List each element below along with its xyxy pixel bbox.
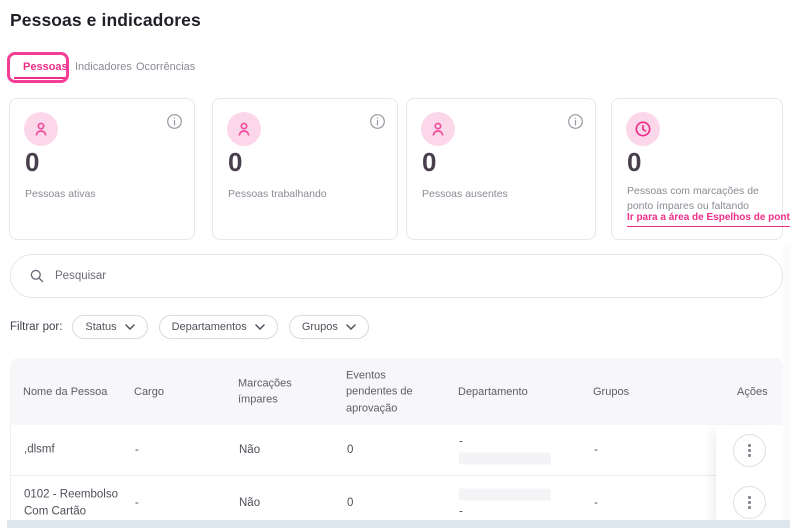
chevron-down-icon <box>125 324 135 330</box>
people-indicators-page: Pessoas e indicadores Pessoas Indicadore… <box>0 0 790 528</box>
col-departamento: Departamento <box>458 383 528 400</box>
filter-row: Filtrar por: Status Departamentos Grupos <box>10 314 380 340</box>
content-right-gutter <box>783 245 790 520</box>
cell-nome: 0102 - Reembolso Com Cartão <box>24 486 124 519</box>
redacted-department <box>459 489 551 501</box>
table-body: ,dlsmf - Não 0 - - 0102 - Reembolso Com … <box>10 425 783 528</box>
filter-label: Filtrar por: <box>10 321 62 333</box>
cell-eventos: 0 <box>347 497 353 509</box>
grupos-dropdown[interactable]: Grupos <box>289 315 369 339</box>
cell-grupos: - <box>594 444 598 456</box>
card-value: 0 <box>25 147 39 178</box>
col-acoes: Ações <box>737 383 768 400</box>
cell-nome: ,dlsmf <box>24 442 124 459</box>
person-icon <box>227 112 261 146</box>
chevron-down-icon <box>346 324 356 330</box>
click-highlight-box <box>7 52 69 83</box>
row-actions-menu-button[interactable] <box>733 434 766 467</box>
col-cargo: Cargo <box>134 383 164 400</box>
status-dropdown[interactable]: Status <box>72 315 147 339</box>
card-value: 0 <box>627 147 641 178</box>
card-label: Pessoas com marcações de ponto ímpares o… <box>627 184 770 213</box>
card-pessoas-trabalhando: 0 Pessoas trabalhando <box>212 98 398 240</box>
col-nome-da-pessoa: Nome da Pessoa <box>23 383 107 400</box>
info-icon[interactable] <box>369 113 386 130</box>
card-label: Pessoas ausentes <box>422 187 583 202</box>
card-pessoas-ativas: 0 Pessoas ativas <box>9 98 195 240</box>
card-label: Pessoas ativas <box>25 187 182 202</box>
col-grupos: Grupos <box>593 383 629 400</box>
actions-sticky-column <box>716 425 783 528</box>
table-header: Nome da Pessoa Cargo Marcações ímpares E… <box>10 358 783 425</box>
search-bar <box>10 254 783 298</box>
card-marcacoes-impares: 0 Pessoas com marcações de ponto ímpares… <box>611 98 783 240</box>
page-title: Pessoas e indicadores <box>10 10 201 31</box>
tab-indicadores[interactable]: Indicadores <box>75 61 132 73</box>
info-icon[interactable] <box>166 113 183 130</box>
chevron-down-icon <box>255 324 265 330</box>
table-row: ,dlsmf - Não 0 - - <box>11 425 782 476</box>
card-pessoas-ausentes: 0 Pessoas ausentes <box>406 98 596 240</box>
tab-ocorrencias[interactable]: Ocorrências <box>136 61 195 73</box>
cell-eventos: 0 <box>347 444 353 456</box>
card-label: Pessoas trabalhando <box>228 187 385 202</box>
tab-bar: Pessoas Indicadores Ocorrências <box>0 55 790 85</box>
card-value: 0 <box>228 147 242 178</box>
col-eventos-pendentes: Eventos pendentes de aprovação <box>346 367 434 417</box>
cell-departamento: - <box>459 489 551 518</box>
departamentos-dropdown[interactable]: Departamentos <box>159 315 278 339</box>
people-table: Nome da Pessoa Cargo Marcações ímpares E… <box>10 358 783 520</box>
cell-cargo: - <box>135 444 139 456</box>
redacted-department <box>459 453 551 465</box>
cell-marcacoes: Não <box>239 444 260 456</box>
search-input[interactable] <box>55 270 655 282</box>
person-icon <box>421 112 455 146</box>
info-icon[interactable] <box>567 113 584 130</box>
row-actions-menu-button[interactable] <box>733 486 766 519</box>
cell-marcacoes: Não <box>239 497 260 509</box>
col-marcacoes-impares: Marcações ímpares <box>238 375 308 408</box>
cell-departamento: - <box>459 436 551 465</box>
clock-icon <box>626 112 660 146</box>
cell-grupos: - <box>594 497 598 509</box>
person-icon <box>24 112 58 146</box>
espelhos-de-ponto-link[interactable]: Ir para a área de Espelhos de ponto <box>627 212 790 227</box>
search-icon <box>29 268 45 284</box>
cell-cargo: - <box>135 497 139 509</box>
horizontal-scrollbar-track[interactable] <box>7 520 790 528</box>
card-value: 0 <box>422 147 436 178</box>
